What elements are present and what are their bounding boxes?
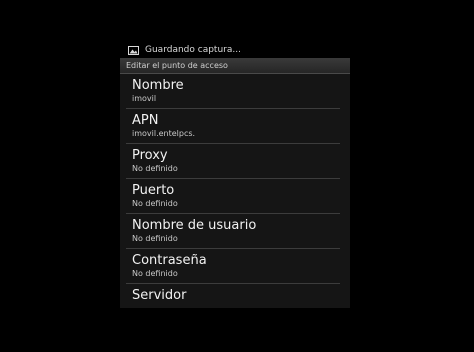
- pref-item-puerto[interactable]: Puerto No definido: [126, 179, 340, 214]
- pref-summary: imovil.entelpcs.: [132, 129, 196, 138]
- status-bar: Guardando captura...: [120, 42, 350, 58]
- pref-summary: No definido: [132, 234, 178, 243]
- pref-title: Nombre: [132, 78, 184, 93]
- pref-item-nombre-de-usuario[interactable]: Nombre de usuario No definido: [126, 214, 340, 249]
- preference-list: Nombre imovil APN imovil.entelpcs. Proxy…: [120, 74, 350, 308]
- pref-title: APN: [132, 113, 159, 128]
- pref-summary: No definido: [132, 164, 178, 173]
- pref-title: Nombre de usuario: [132, 218, 257, 233]
- phone-screen: Guardando captura... Editar el punto de …: [120, 42, 350, 308]
- pref-summary: No definido: [132, 199, 178, 208]
- pref-item-servidor[interactable]: Servidor: [126, 284, 340, 308]
- pref-summary: No definido: [132, 269, 178, 278]
- pref-title: Proxy: [132, 148, 168, 163]
- status-notification-text: Guardando captura...: [145, 45, 241, 55]
- pref-item-nombre[interactable]: Nombre imovil: [126, 74, 340, 109]
- page-title: Editar el punto de acceso: [126, 61, 228, 70]
- pref-item-proxy[interactable]: Proxy No definido: [126, 144, 340, 179]
- pref-item-contrasena[interactable]: Contraseña No definido: [126, 249, 340, 284]
- pref-summary: imovil: [132, 94, 157, 103]
- pref-title: Puerto: [132, 183, 175, 198]
- pref-title: Contraseña: [132, 253, 207, 268]
- title-bar: Editar el punto de acceso: [120, 58, 350, 74]
- pref-title: Servidor: [132, 288, 187, 303]
- pref-item-apn[interactable]: APN imovil.entelpcs.: [126, 109, 340, 144]
- image-icon: [128, 45, 139, 55]
